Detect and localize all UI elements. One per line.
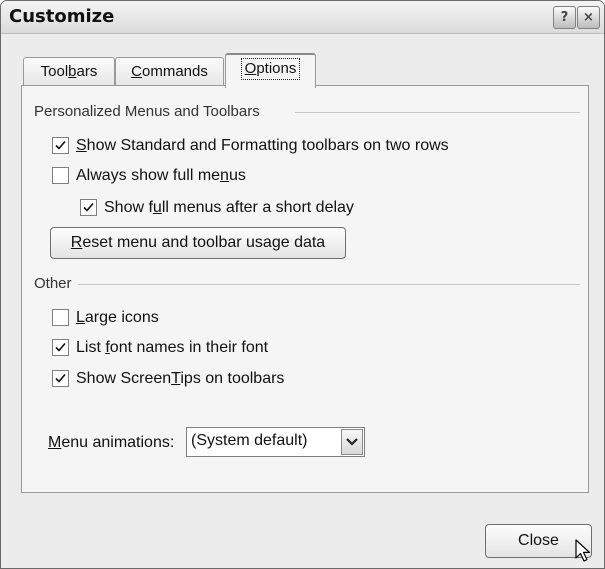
title-bar: Customize ? × (1, 1, 604, 34)
checkmark-icon (55, 140, 66, 150)
close-window-button[interactable]: × (577, 6, 600, 29)
tab-toolbars[interactable]: Toolbars (23, 57, 115, 86)
checkbox[interactable] (80, 199, 97, 216)
dialog-title: Customize (9, 6, 115, 27)
option-label: Large icons (76, 309, 159, 326)
option-label: Show full menus after a short delay (104, 199, 354, 216)
checkmark-icon (55, 373, 66, 383)
tab-label: Commands (131, 63, 208, 80)
checkbox[interactable] (52, 137, 69, 154)
select-value: (System default) (191, 432, 308, 449)
checkmark-icon (55, 342, 66, 352)
option-label: List font names in their font (76, 339, 269, 356)
help-button[interactable]: ? (553, 6, 576, 29)
group-label-other: Other (34, 275, 72, 292)
option-label: Show Standard and Formatting toolbars on… (76, 137, 449, 154)
divider (78, 284, 580, 285)
tab-label: Options (240, 58, 301, 80)
checkbox[interactable] (52, 339, 69, 356)
help-icon: ? (560, 10, 569, 25)
tab-commands[interactable]: Commands (115, 57, 224, 86)
checkbox[interactable] (52, 370, 69, 387)
divider (295, 112, 580, 113)
customize-dialog: Customize ? × Toolbars Commands Options … (0, 0, 605, 569)
tab-options[interactable]: Options (225, 53, 316, 88)
checkmark-icon (83, 202, 94, 212)
button-label: Reset menu and toolbar usage data (70, 234, 326, 251)
mouse-pointer-icon (575, 539, 591, 562)
checkbox[interactable] (52, 309, 69, 326)
chevron-down-icon (346, 438, 358, 446)
reset-usage-button[interactable]: Reset menu and toolbar usage data (50, 227, 346, 259)
option-label: Always show full menus (76, 167, 246, 184)
button-label: Close (518, 532, 559, 549)
close-icon: × (583, 10, 594, 25)
tab-label: Toolbars (40, 63, 98, 80)
group-label-personalized: Personalized Menus and Toolbars (34, 103, 260, 120)
checkbox[interactable] (52, 167, 69, 184)
options-panel: Personalized Menus and Toolbars Show Sta… (21, 85, 589, 493)
menu-animations-label: Menu animations: (48, 434, 175, 451)
dropdown-button[interactable] (341, 429, 363, 455)
menu-animations-select[interactable]: (System default) (186, 427, 365, 457)
option-label: Show ScreenTips on toolbars (76, 370, 285, 387)
